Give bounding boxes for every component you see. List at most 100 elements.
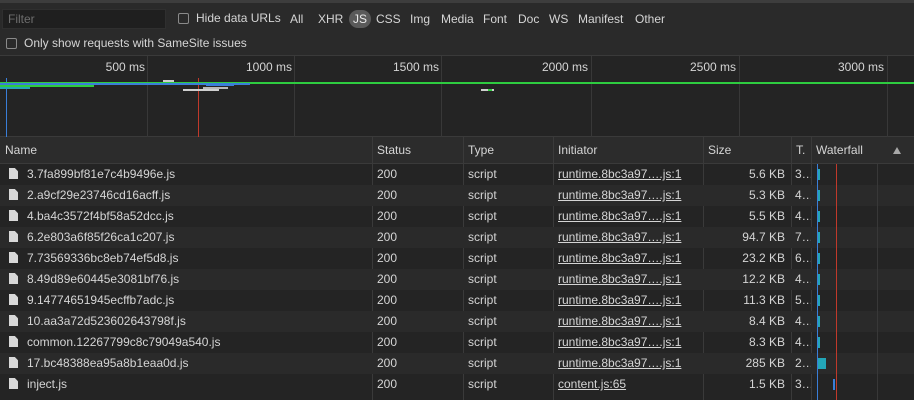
type-cell: script <box>468 272 497 286</box>
initiator-link[interactable]: runtime.8bc3a97….js:1 <box>558 272 681 286</box>
initiator-link[interactable]: runtime.8bc3a97….js:1 <box>558 167 681 181</box>
type-filter-ws[interactable]: WS <box>546 10 571 28</box>
type-filter-other[interactable]: Other <box>632 10 668 28</box>
request-name-cell[interactable]: 6.2e803a6f85f26ca1c207.js <box>0 227 372 248</box>
size-cell: 94.7 KB <box>742 230 785 244</box>
initiator-link[interactable]: runtime.8bc3a97….js:1 <box>558 335 681 349</box>
initiator-cell: runtime.8bc3a97….js:1 <box>553 227 703 248</box>
request-name-cell[interactable]: 17.bc48388ea95a8b1eaa0d.js <box>0 353 372 374</box>
initiator-link[interactable]: runtime.8bc3a97….js:1 <box>558 209 681 223</box>
table-row[interactable]: 17.bc48388ea95a8b1eaa0d.js 200 script runti… <box>0 353 914 374</box>
time-cell: 5… <box>795 293 811 307</box>
table-row[interactable]: 4.ba4c3572f4bf58a52dcc.js 200 script runtim… <box>0 206 914 227</box>
column-header-name[interactable]: Name <box>0 137 372 164</box>
type-filter-img[interactable]: Img <box>407 10 433 28</box>
column-header-type[interactable]: Type <box>463 137 553 164</box>
table-row[interactable]: inject.js 200 script content.js:65 1.5 KB 3… <box>0 374 914 395</box>
type-filter-css[interactable]: CSS <box>373 10 404 28</box>
table-row[interactable]: 10.aa3a72d523602643798f.js 200 script runti… <box>0 311 914 332</box>
overview-tick-label: 1500 ms <box>392 60 439 74</box>
toolbar-top-border <box>0 0 914 3</box>
request-name: 3.7fa899bf81e7c4b9496e.js <box>27 167 176 181</box>
overview-activity-bar <box>163 80 174 82</box>
initiator-link[interactable]: runtime.8bc3a97….js:1 <box>558 230 681 244</box>
overview-gridline <box>294 56 295 137</box>
waterfall-bar[interactable] <box>833 379 835 390</box>
initiator-cell: runtime.8bc3a97….js:1 <box>553 248 703 269</box>
timeline-overview[interactable]: 500 ms 1000 ms 1500 ms 2000 ms 2500 ms 3… <box>0 56 914 137</box>
filter-input[interactable] <box>2 9 166 29</box>
type-filter-manifest[interactable]: Manifest <box>575 10 626 28</box>
table-row[interactable]: 8.49d89e60445e3081bf76.js 200 script runtim… <box>0 269 914 290</box>
table-row[interactable]: 9.14774651945ecffb7adc.js 200 script runtim… <box>0 290 914 311</box>
type-cell: script <box>468 356 497 370</box>
hide-data-urls-checkbox[interactable] <box>178 13 189 24</box>
hide-data-urls-label: Hide data URLs <box>196 11 281 25</box>
table-row[interactable]: common.12267799c8c79049a540.js 200 script r… <box>0 332 914 353</box>
file-icon <box>9 231 18 242</box>
initiator-cell: runtime.8bc3a97….js:1 <box>553 290 703 311</box>
status-cell: 200 <box>377 167 398 181</box>
request-name-cell[interactable]: inject.js <box>0 374 372 395</box>
table-row[interactable]: 2.a9cf29e23746cd16acff.js 200 script runtim… <box>0 185 914 206</box>
filter-toolbar: Hide data URLs All XHR JS CSS Img Media … <box>0 0 914 32</box>
initiator-link[interactable]: runtime.8bc3a97….js:1 <box>558 356 681 370</box>
file-icon <box>9 168 18 179</box>
status-cell: 200 <box>377 188 398 202</box>
time-cell: 3… <box>795 167 811 181</box>
size-cell: 1.5 KB <box>748 377 785 391</box>
waterfall-bar[interactable] <box>817 358 826 369</box>
request-name-cell[interactable]: 4.ba4c3572f4bf58a52dcc.js <box>0 206 372 227</box>
type-filter-font[interactable]: Font <box>480 10 510 28</box>
request-name-cell[interactable]: 10.aa3a72d523602643798f.js <box>0 311 372 332</box>
size-cell: 23.2 KB <box>742 251 785 265</box>
initiator-cell: runtime.8bc3a97….js:1 <box>553 185 703 206</box>
waterfall-dcl-line <box>817 164 818 400</box>
time-cell: 6… <box>795 251 811 265</box>
initiator-cell: runtime.8bc3a97….js:1 <box>553 269 703 290</box>
column-header-status[interactable]: Status <box>372 137 463 164</box>
table-row[interactable]: 7.73569336bc8eb74ef5d8.js 200 script runtim… <box>0 248 914 269</box>
status-cell: 200 <box>377 293 398 307</box>
time-cell: 4… <box>795 209 811 223</box>
type-filter-js[interactable]: JS <box>349 10 372 28</box>
initiator-link[interactable]: runtime.8bc3a97….js:1 <box>558 293 681 307</box>
file-icon <box>9 336 18 347</box>
column-header-time[interactable]: T. <box>791 137 811 164</box>
initiator-link[interactable]: runtime.8bc3a97….js:1 <box>558 251 681 265</box>
size-cell: 5.5 KB <box>748 209 785 223</box>
table-row[interactable]: 3.7fa899bf81e7c4b9496e.js 200 script runtim… <box>0 164 914 185</box>
type-filter-doc[interactable]: Doc <box>515 10 542 28</box>
samesite-checkbox[interactable] <box>6 38 17 49</box>
type-cell: script <box>468 377 497 391</box>
time-cell: 4… <box>795 335 811 349</box>
type-cell: script <box>468 293 497 307</box>
initiator-link[interactable]: runtime.8bc3a97….js:1 <box>558 188 681 202</box>
type-filter-all[interactable]: All <box>287 10 306 28</box>
request-name-cell[interactable]: 9.14774651945ecffb7adc.js <box>0 290 372 311</box>
request-name-cell[interactable]: 3.7fa899bf81e7c4b9496e.js <box>0 164 372 185</box>
file-icon <box>9 357 18 368</box>
sort-ascending-icon[interactable] <box>893 147 901 154</box>
column-header-waterfall[interactable]: Waterfall <box>811 137 891 164</box>
waterfall-load-line <box>836 164 837 400</box>
request-name-cell[interactable]: 2.a9cf29e23746cd16acff.js <box>0 185 372 206</box>
waterfall-gridline <box>877 164 878 400</box>
initiator-link[interactable]: runtime.8bc3a97….js:1 <box>558 314 681 328</box>
status-cell: 200 <box>377 272 398 286</box>
file-icon <box>9 210 18 221</box>
type-filter-media[interactable]: Media <box>438 10 477 28</box>
status-cell: 200 <box>377 230 398 244</box>
initiator-link[interactable]: content.js:65 <box>558 377 626 391</box>
request-name-cell[interactable]: common.12267799c8c79049a540.js <box>0 332 372 353</box>
initiator-cell: content.js:65 <box>553 374 703 395</box>
request-name-cell[interactable]: 7.73569336bc8eb74ef5d8.js <box>0 248 372 269</box>
table-row[interactable]: 6.2e803a6f85f26ca1c207.js 200 script runtim… <box>0 227 914 248</box>
overview-tick-label: 3000 ms <box>837 60 884 74</box>
column-header-initiator[interactable]: Initiator <box>553 137 703 164</box>
request-name: 4.ba4c3572f4bf58a52dcc.js <box>27 209 174 223</box>
column-header-size[interactable]: Size <box>703 137 791 164</box>
size-cell: 5.3 KB <box>748 188 785 202</box>
type-filter-xhr[interactable]: XHR <box>315 10 346 28</box>
request-name-cell[interactable]: 8.49d89e60445e3081bf76.js <box>0 269 372 290</box>
